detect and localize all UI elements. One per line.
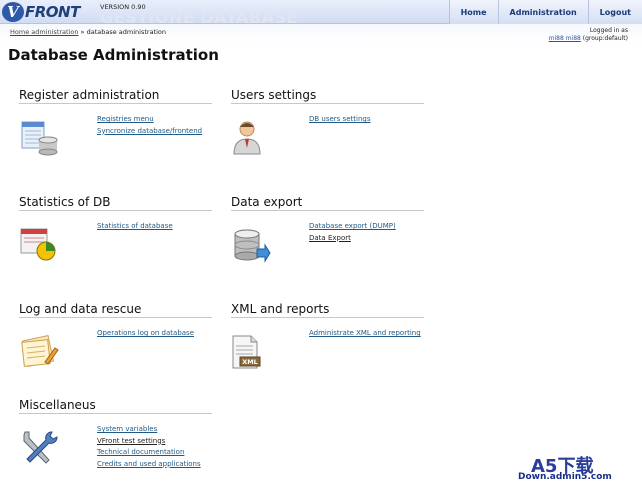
section-log-data-rescue: Log and data rescue Operations log on da… [19, 302, 212, 374]
section-xml-reports: XML and reports XML Administrate XML and… [231, 302, 424, 374]
page-title: Database Administration [8, 46, 219, 64]
breadcrumb-separator: » [78, 28, 87, 36]
tools-icon[interactable] [19, 428, 59, 468]
logo-text: FRONT [25, 3, 80, 21]
section-title: Data export [231, 195, 424, 211]
section-title: Statistics of DB [19, 195, 212, 211]
link-syncronize-database[interactable]: Syncronize database/frontend [97, 126, 202, 138]
link-registries-menu[interactable]: Registries menu [97, 114, 202, 126]
vfront-logo[interactable]: V FRONT [2, 1, 80, 23]
section-users-settings: Users settings DB users settings [231, 88, 424, 160]
login-user-link[interactable]: mi88 mi88 [549, 35, 581, 42]
version-label: VERSION 0.90 [100, 3, 146, 11]
section-title: XML and reports [231, 302, 424, 318]
statistics-chart-icon[interactable] [19, 225, 59, 265]
link-administrate-xml[interactable]: Administrate XML and reporting [309, 328, 421, 340]
database-export-icon[interactable] [231, 225, 271, 265]
nav-logout-button[interactable]: Logout [587, 0, 642, 24]
logo-letter: V [2, 2, 24, 22]
log-notes-icon[interactable] [19, 332, 59, 372]
link-db-users-settings[interactable]: DB users settings [309, 114, 370, 126]
link-system-variables[interactable]: System variables [97, 424, 201, 436]
login-label: Logged in as [589, 27, 628, 34]
section-title: Miscellaneus [19, 398, 212, 414]
section-data-export: Data export Database export (DUMP) Data … [231, 195, 424, 267]
link-credits[interactable]: Credits and used applications [97, 459, 201, 471]
xml-document-icon[interactable]: XML [231, 332, 271, 372]
top-header: V FRONT GESTIONE DATABASE VERSION 0.90 H… [0, 0, 642, 27]
section-title: Users settings [231, 88, 424, 104]
nav-administration-button[interactable]: Administration [497, 0, 588, 24]
breadcrumb-current: database administration [86, 28, 167, 36]
section-statistics: Statistics of DB Statistics of database [19, 195, 212, 267]
link-statistics-of-database[interactable]: Statistics of database [97, 221, 173, 233]
top-nav: Home Administration Logout [448, 0, 642, 24]
link-vfront-test-settings[interactable]: VFront test settings [97, 436, 201, 448]
link-operations-log[interactable]: Operations log on database [97, 328, 194, 340]
login-info: Logged in as mi88 mi88 (group:default) [549, 27, 628, 43]
section-title: Log and data rescue [19, 302, 212, 318]
breadcrumb-home-link[interactable]: Home administration [10, 28, 78, 36]
user-icon[interactable] [231, 118, 271, 158]
link-data-export[interactable]: Data Export [309, 233, 396, 245]
breadcrumb: Home administration » database administr… [10, 28, 166, 36]
section-miscellaneus: Miscellaneus System variables VFront tes… [19, 398, 212, 470]
registry-database-icon[interactable] [19, 118, 59, 158]
a5-watermark-url: Down.admin5.com [518, 472, 612, 482]
login-group: (group:default) [580, 35, 628, 42]
nav-home-button[interactable]: Home [448, 0, 498, 24]
link-technical-documentation[interactable]: Technical documentation [97, 447, 201, 459]
section-title: Register administration [19, 88, 212, 104]
svg-text:XML: XML [242, 358, 258, 366]
link-database-export-dump[interactable]: Database export (DUMP) [309, 221, 396, 233]
section-register-administration: Register administration Registries menu … [19, 88, 212, 160]
